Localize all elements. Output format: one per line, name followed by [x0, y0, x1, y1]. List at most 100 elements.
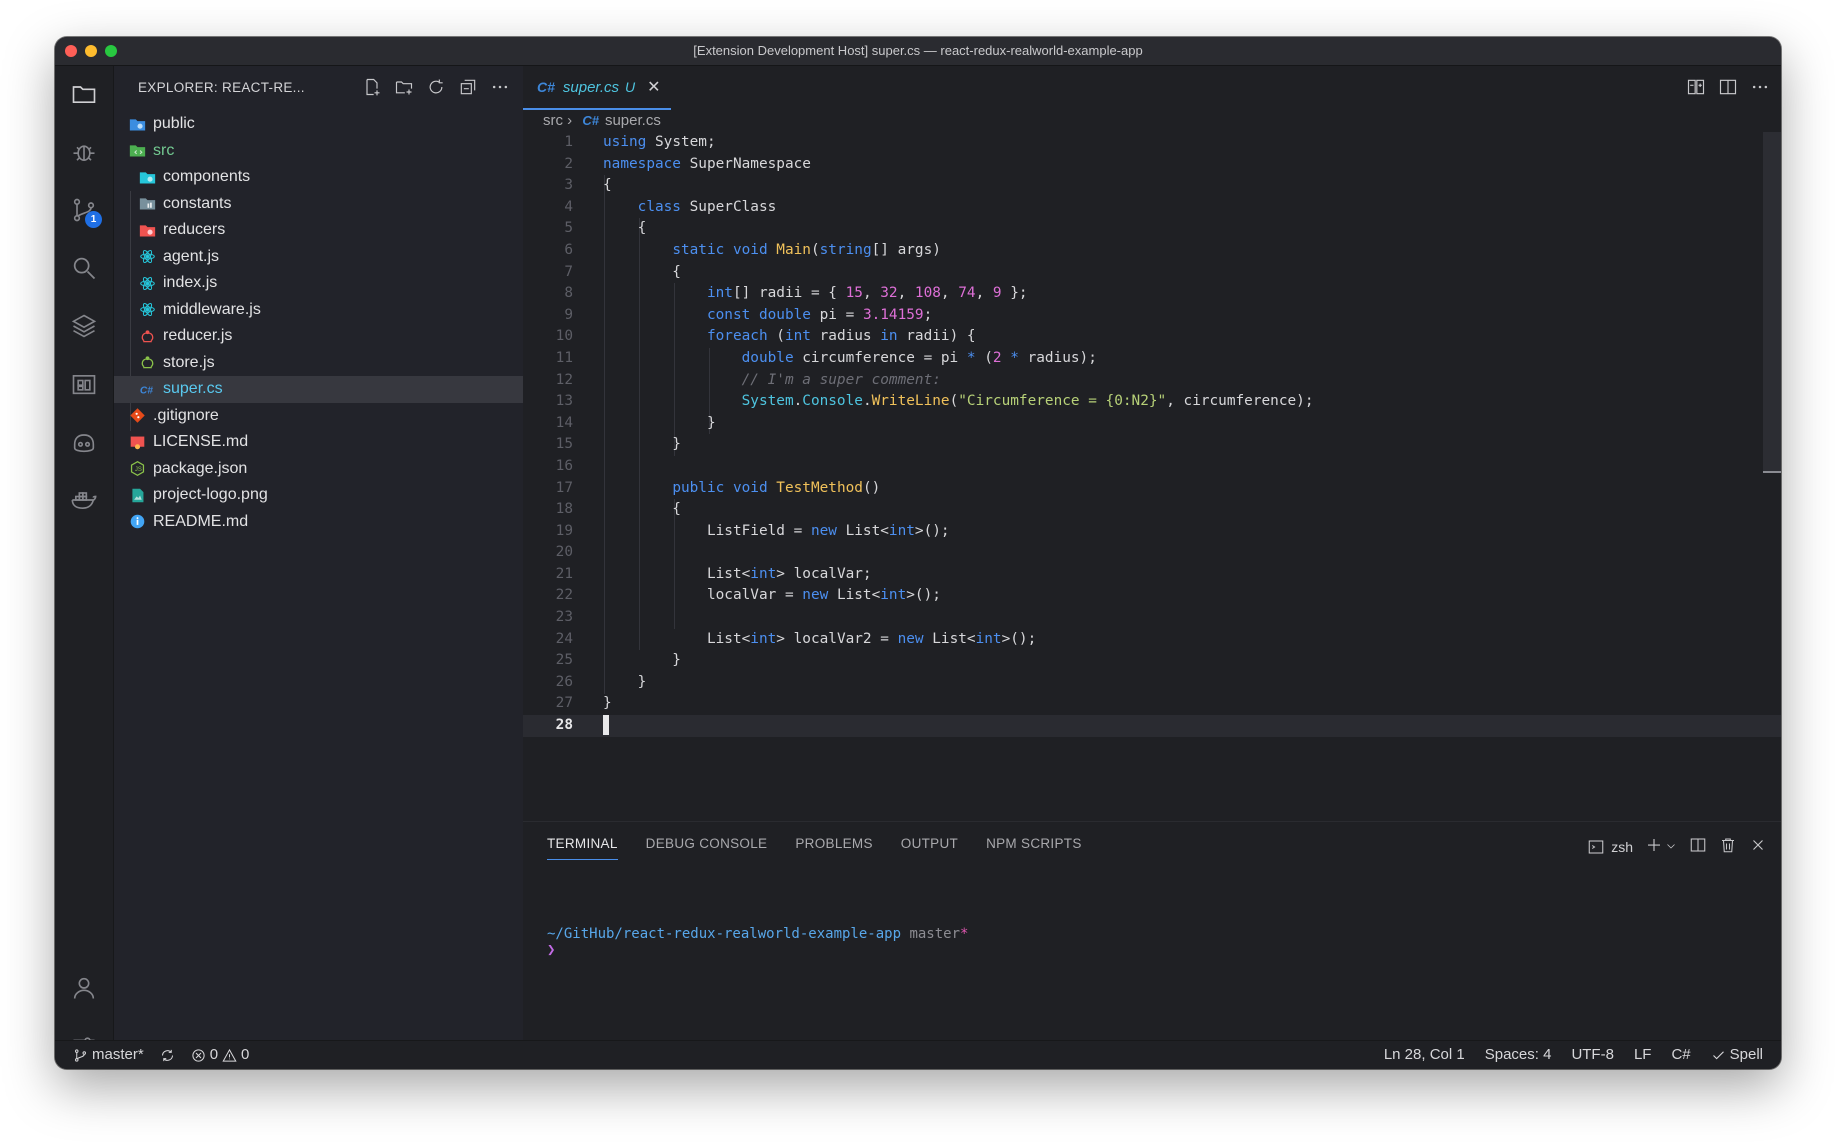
terminal-output[interactable]: ~/GitHub/react-redux-realworld-example-a… — [547, 926, 968, 958]
search-icon[interactable] — [55, 246, 113, 290]
collapse-all-icon[interactable] — [457, 76, 479, 98]
status-cursor-position[interactable]: Ln 28, Col 1 — [1384, 1041, 1465, 1069]
tab-debug-console[interactable]: DEBUG CONSOLE — [646, 836, 768, 860]
chevron-down-icon[interactable] — [1665, 839, 1677, 855]
redux-icon — [138, 327, 156, 345]
code-line: 6 static void Main(string[] args) — [564, 241, 941, 258]
code-line: 24 List<int> localVar2 = new List<int>()… — [555, 630, 1037, 647]
tree-item-public[interactable]: public — [114, 111, 523, 138]
account-icon[interactable] — [55, 966, 113, 1010]
split-editor-icon[interactable] — [1717, 76, 1739, 98]
explorer-sidebar: EXPLORER: REACT-RE... public src compone… — [114, 66, 523, 1041]
extensions-icon[interactable] — [55, 362, 113, 406]
tab-terminal[interactable]: TERMINAL — [547, 836, 618, 860]
code-line: 25 } — [555, 652, 681, 669]
code-line: 23 — [555, 609, 573, 626]
tab-super-cs[interactable]: C# super.cs U ✕ — [523, 66, 671, 110]
tree-item-constants[interactable]: constants — [114, 191, 523, 218]
tree-item-license[interactable]: LICENSE.md — [114, 429, 523, 456]
code-line: 15 } — [555, 436, 681, 453]
tree-item-reducer-js[interactable]: reducer.js — [114, 323, 523, 350]
status-eol[interactable]: LF — [1634, 1041, 1652, 1069]
folder-public-icon — [128, 115, 146, 133]
editor-scrollbar[interactable] — [1763, 132, 1781, 472]
explorer-icon[interactable] — [55, 72, 113, 116]
status-branch[interactable]: master* — [73, 1041, 144, 1069]
tree-item-components[interactable]: components — [114, 164, 523, 191]
new-folder-icon[interactable] — [393, 76, 415, 98]
tab-output[interactable]: OUTPUT — [901, 836, 958, 860]
code-line: 2 namespace SuperNamespace — [564, 155, 811, 172]
breadcrumb-file[interactable]: super.cs — [605, 112, 661, 129]
code-line: 14 } — [555, 414, 716, 431]
sync-icon[interactable] — [160, 1048, 175, 1063]
status-problems[interactable]: 0 0 — [191, 1041, 249, 1069]
tree-item-middleware-js[interactable]: middleware.js — [114, 297, 523, 324]
code-line: 27} — [555, 695, 612, 712]
code-line: 11 double circumference = pi * (2 * radi… — [555, 349, 1097, 366]
folder-reducers-icon — [138, 221, 156, 239]
split-terminal-icon[interactable] — [1689, 836, 1707, 857]
panel-actions: zsh — [1587, 836, 1767, 857]
tree-item-reducers[interactable]: reducers — [114, 217, 523, 244]
license-icon — [128, 433, 146, 451]
folder-constants-icon — [138, 195, 156, 213]
tab-npm-scripts[interactable]: NPM SCRIPTS — [986, 836, 1082, 860]
code-line: 22 localVar = new List<int>(); — [555, 587, 941, 604]
close-icon[interactable]: ✕ — [647, 77, 660, 97]
bottom-panel: TERMINAL DEBUG CONSOLE PROBLEMS OUTPUT N… — [523, 821, 1781, 1041]
code-line: 9 const double pi = 3.14159; — [564, 306, 933, 323]
code-line: 10 foreach (int radius in radii) { — [555, 328, 976, 345]
tree-item-gitignore[interactable]: .gitignore — [114, 403, 523, 430]
csharp-icon: C# — [582, 113, 599, 128]
window-title: [Extension Development Host] super.cs — … — [693, 43, 1143, 58]
tree-item-store-js[interactable]: store.js — [114, 350, 523, 377]
tree-item-src[interactable]: src — [114, 138, 523, 165]
status-spell[interactable]: Spell — [1711, 1041, 1763, 1069]
debug-icon[interactable] — [55, 130, 113, 174]
image-icon — [128, 486, 146, 504]
refresh-icon[interactable] — [425, 76, 447, 98]
editor-area: C# super.cs U ✕ src › C# super.cs 1 using … — [523, 66, 1781, 1041]
tab-untracked-indicator: U — [625, 79, 636, 95]
code-line: 21 List<int> localVar; — [555, 565, 872, 582]
tree-item-index-js[interactable]: index.js — [114, 270, 523, 297]
trash-icon[interactable] — [1719, 836, 1737, 857]
tree-item-agent-js[interactable]: agent.js — [114, 244, 523, 271]
code-editor[interactable]: 1 using System; 2 namespace SuperNamespace… — [523, 132, 1781, 749]
layers-icon[interactable] — [55, 304, 113, 348]
maximize-window-button[interactable] — [105, 45, 117, 57]
source-control-icon[interactable]: 1 — [55, 188, 113, 232]
more-actions-icon[interactable] — [1749, 76, 1771, 98]
new-file-icon[interactable] — [361, 76, 383, 98]
window-controls — [65, 45, 117, 57]
tree-item-readme[interactable]: README.md — [114, 509, 523, 536]
explorer-title: EXPLORER: REACT-RE... — [138, 80, 305, 95]
chevron-right-icon: › — [567, 112, 573, 129]
status-encoding[interactable]: UTF-8 — [1571, 1041, 1614, 1069]
tree-item-project-logo[interactable]: project-logo.png — [114, 482, 523, 509]
tab-problems[interactable]: PROBLEMS — [795, 836, 872, 860]
react-icon — [138, 301, 156, 319]
tree-item-super-cs[interactable]: C# super.cs — [114, 376, 523, 403]
vscode-window: [Extension Development Host] super.cs — … — [55, 37, 1781, 1069]
minimize-window-button[interactable] — [85, 45, 97, 57]
new-terminal-icon[interactable] — [1645, 836, 1663, 857]
docker-icon[interactable] — [55, 478, 113, 522]
status-indentation[interactable]: Spaces: 4 — [1485, 1041, 1552, 1069]
svg-text:C#: C# — [139, 386, 152, 397]
open-changes-icon[interactable] — [1685, 76, 1707, 98]
terminal-selector[interactable]: zsh — [1587, 838, 1633, 856]
file-tree: public src components constants reducers… — [114, 111, 523, 535]
more-actions-icon[interactable] — [489, 76, 511, 98]
code-line: 5 { — [564, 220, 647, 237]
copilot-icon[interactable] — [55, 420, 113, 464]
scrollbar-marker — [1763, 471, 1781, 473]
breadcrumb-folder[interactable]: src — [543, 112, 563, 129]
close-window-button[interactable] — [65, 45, 77, 57]
editor-tabs: C# super.cs U ✕ — [523, 66, 1781, 110]
tree-item-package-json[interactable]: JS package.json — [114, 456, 523, 483]
close-panel-icon[interactable] — [1749, 836, 1767, 857]
status-language[interactable]: C# — [1671, 1041, 1690, 1069]
explorer-header: EXPLORER: REACT-RE... — [114, 66, 523, 110]
